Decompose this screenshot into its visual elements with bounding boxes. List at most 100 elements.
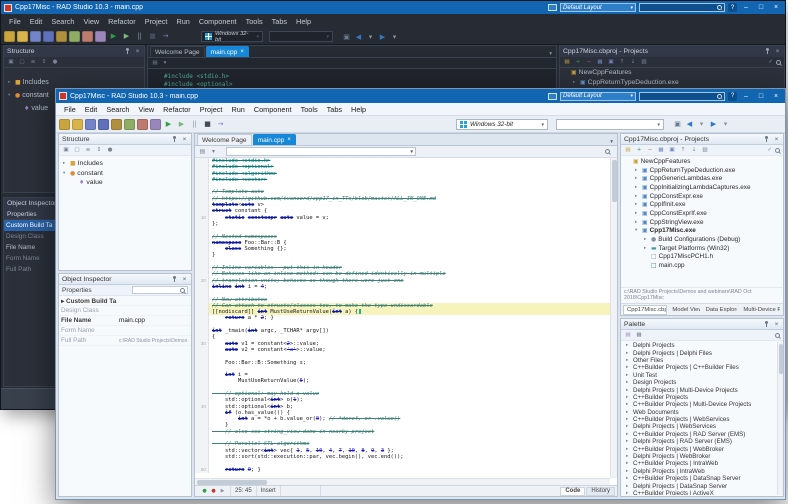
remove-item-icon[interactable]: − [646,146,654,154]
expander-icon[interactable]: ▸ [626,351,631,356]
expander-icon[interactable]: ▸ [626,388,631,393]
palette-menu-icon[interactable]: ▤ [624,331,632,339]
titlebar-search-input[interactable] [639,3,725,12]
tree-item[interactable]: ▸▣CppGenericLambdas.exe [622,174,782,183]
tab-main-cpp[interactable]: main.cpp× [253,134,296,145]
help-icon[interactable]: ? [728,3,737,12]
front-titlebar[interactable]: Cpp17Misc - RAD Studio 10.3 - main.cpp D… [56,89,785,103]
macro-record-icon[interactable]: ● [210,488,217,495]
properties-tab[interactable]: Properties [59,285,191,296]
tree-item[interactable]: ▸▣CppConstExprIf.exe [622,209,782,218]
members-dropdown-icon[interactable]: ▾ [161,59,169,67]
pin-icon[interactable] [171,136,178,143]
expander-icon[interactable]: ▸ [635,202,640,207]
expander-icon[interactable]: ▸ [573,80,578,85]
menu-item-refactor[interactable]: Refactor [159,105,195,114]
tree-item[interactable]: ▸▣CppInitializingLambdaCaptures.exe [622,183,782,192]
close-icon[interactable]: × [773,136,780,143]
close-icon[interactable]: × [240,49,244,55]
tree-item[interactable]: ▸▣CppStringView.exe [622,218,782,227]
palette-category[interactable]: ▸C++Builder Projects | Multi-Device Proj… [622,401,776,408]
sort-alpha-icon[interactable]: ≡ [29,58,37,66]
run-without-debug-icon[interactable]: ▶ [121,31,132,42]
minimize-button[interactable]: – [740,3,752,13]
palette-category[interactable]: ▸Web Documents [622,409,776,416]
tab-list-icon[interactable]: ▾ [547,51,554,57]
menu-item-view[interactable]: View [134,105,158,114]
palette-view-icon[interactable]: ▦ [635,331,643,339]
view-selector-icon[interactable]: ▧ [701,146,709,154]
save-all-icon[interactable] [98,119,109,130]
expander-icon[interactable]: ▸ [626,365,631,370]
menu-item-tools[interactable]: Tools [242,17,267,26]
code-line[interactable]: #include <stdio.h> [164,73,556,81]
palette-category[interactable]: ▸Delphi Projects | Delphi Files [622,349,776,356]
close-icon[interactable]: × [181,136,188,143]
run-icon[interactable]: ▶ [163,119,174,130]
tree-item[interactable]: ▸▬Target Platforms (Win32) [622,244,782,253]
back-icon[interactable]: ◀ [684,119,695,130]
close-icon[interactable]: × [287,137,291,143]
run-icon[interactable]: ▶ [108,31,119,42]
ide-insight-icon[interactable]: ▣ [672,119,683,130]
menu-item-search[interactable]: Search [47,17,78,26]
pin-icon[interactable] [764,48,771,55]
menu-item-help[interactable]: Help [292,17,315,26]
open-icon[interactable] [17,31,28,42]
tree-item[interactable]: ▾▣Cpp17Misc.exe [622,227,782,236]
add-to-project-icon[interactable] [124,119,135,130]
pause-icon[interactable]: || [189,119,200,130]
file-modified-icon[interactable]: ▤ [151,59,159,67]
desktop-layout-combo[interactable]: Default Layout ▾ [560,92,636,101]
close-icon[interactable]: × [181,276,188,283]
forward-icon[interactable]: ▶ [708,119,719,130]
panel-header[interactable]: Palette × [621,319,783,330]
palette-category[interactable]: ▸C++Builder Projects | IntraWeb [622,460,776,467]
expander-icon[interactable]: ▸ [626,491,631,495]
forward-menu-icon[interactable]: ▾ [389,32,400,43]
menu-item-file[interactable]: File [5,17,25,26]
menu-item-project[interactable]: Project [141,17,172,26]
panel-header[interactable]: Object Inspector × [59,274,191,285]
expander-icon[interactable]: ▸ [626,395,631,400]
open-project-icon[interactable] [56,31,67,42]
add-to-project-icon[interactable] [69,31,80,42]
property-row[interactable]: ▸ Custom Build Ta [59,296,191,306]
tree-item[interactable]: ▸▣CppReturnTypeDeduction.exe [560,78,784,88]
expander-icon[interactable]: ▸ [626,484,631,489]
pin-icon[interactable] [763,136,770,143]
palette-category[interactable]: ▸C++Builder Projects [622,394,776,401]
tree-item[interactable]: ▸■Includes [59,159,191,169]
expander-icon[interactable]: ▸ [626,417,631,422]
add-item-icon[interactable]: + [574,58,582,66]
panel-header[interactable]: Cpp17Misc.cbproj - Projects × [621,134,783,145]
sort-up-icon[interactable]: ↑ [679,146,687,154]
back-menu-icon[interactable]: ▾ [365,32,376,43]
close-icon[interactable]: × [774,48,781,55]
property-row[interactable]: Design Class [59,306,191,316]
sync-edit-icon[interactable]: ● [201,488,208,495]
menu-item-refactor[interactable]: Refactor [104,17,140,26]
stop-icon[interactable]: ■ [147,31,158,42]
expander-icon[interactable]: ▸ [626,476,631,481]
layout-icon[interactable] [548,4,557,11]
editor-bottom-tab-code[interactable]: Code [560,487,585,496]
menu-item-view[interactable]: View [79,17,103,26]
property-search-input[interactable] [132,286,188,294]
maximize-button[interactable]: □ [755,3,767,13]
bottom-tab[interactable]: Data Explorer [702,305,739,315]
expander-icon[interactable]: ▸ [635,211,640,216]
code-line[interactable]: 50 return 0; } [195,467,610,473]
menu-item-run[interactable]: Run [172,17,193,26]
remove-from-project-icon[interactable] [137,119,148,130]
close-button[interactable]: × [770,91,782,101]
palette-category[interactable]: ▸Delphi Projects | RAD Server (EMS) [622,438,776,445]
close-button[interactable]: × [770,3,782,13]
save-icon[interactable] [30,31,41,42]
menu-item-help[interactable]: Help [347,105,370,114]
tab-main-cpp[interactable]: main.cpp× [206,46,249,57]
layout-icon[interactable] [548,93,557,100]
search-combo[interactable]: ▾ [269,31,333,42]
palette-category[interactable]: ▸Delphi Projects | DataSnap Server [622,482,776,489]
back-titlebar[interactable]: Cpp17Misc - RAD Studio 10.3 - main.cpp D… [1,1,785,14]
